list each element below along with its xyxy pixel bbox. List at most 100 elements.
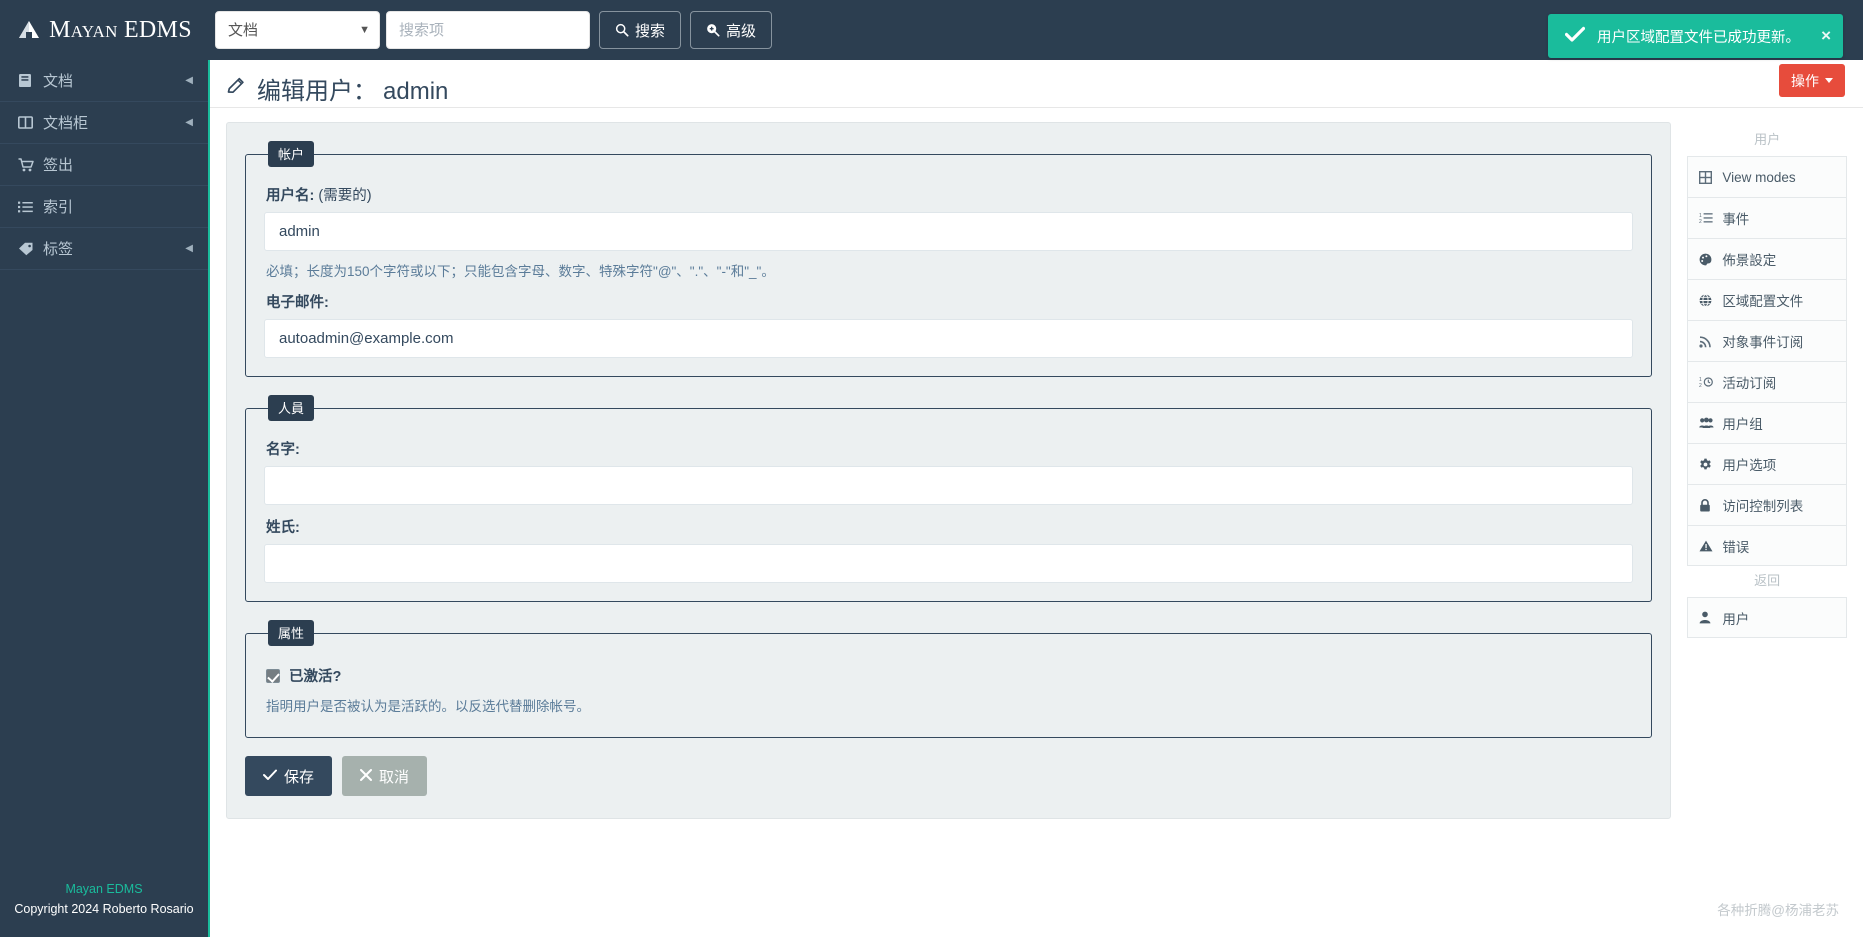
sidebar-label: 索引 bbox=[43, 199, 74, 216]
sidebar-item-checkout[interactable]: 签出 bbox=[0, 144, 208, 186]
actions-dropdown-button[interactable]: 操作 bbox=[1779, 64, 1845, 97]
right-item-acl[interactable]: 访问控制列表 bbox=[1687, 484, 1847, 525]
right-item-groups[interactable]: 用户组 bbox=[1687, 402, 1847, 443]
gear-icon bbox=[1699, 458, 1719, 471]
last-name-input[interactable] bbox=[264, 544, 1634, 583]
search-button-label: 搜索 bbox=[635, 22, 666, 40]
cancel-button[interactable]: 取消 bbox=[342, 756, 428, 796]
ordered-list-clock-icon: 12 bbox=[1699, 376, 1719, 388]
right-item-label: 区域配置文件 bbox=[1722, 294, 1804, 309]
right-item-object-event-subscriptions[interactable]: 对象事件订阅 bbox=[1687, 320, 1847, 361]
email-input[interactable] bbox=[264, 319, 1634, 358]
page-title-username: admin bbox=[383, 78, 449, 105]
edit-user-form: 帐户 用户名: (需要的) 必填；长度为150个字符或以下；只能包含字母、数字、… bbox=[226, 122, 1672, 819]
search-button[interactable]: 搜索 bbox=[599, 11, 682, 49]
attributes-section-legend: 属性 bbox=[268, 620, 315, 646]
page-title: 编辑用户： admin bbox=[257, 71, 448, 106]
email-label: 电子邮件: bbox=[266, 295, 329, 311]
sidebar-label: 标签 bbox=[43, 241, 74, 258]
rss-icon bbox=[1699, 335, 1719, 348]
users-icon bbox=[1699, 417, 1719, 429]
sidebar-footer: Mayan EDMS Copyright 2024 Roberto Rosari… bbox=[0, 880, 208, 919]
chevron-left-icon: ◀ bbox=[185, 243, 193, 254]
right-item-label: 用户选项 bbox=[1722, 458, 1777, 473]
palette-icon bbox=[1699, 253, 1719, 266]
right-item-label: 佈景設定 bbox=[1722, 253, 1777, 268]
footer-brand: Mayan EDMS bbox=[65, 882, 143, 897]
footer-copyright: Copyright 2024 Roberto Rosario bbox=[14, 901, 194, 916]
right-item-errors[interactable]: 错误 bbox=[1687, 525, 1847, 566]
right-item-locale-profile[interactable]: 区域配置文件 bbox=[1687, 279, 1847, 320]
username-help-text: 必填；长度为150个字符或以下；只能包含字母、数字、特殊字符"@"、"."、"-… bbox=[266, 264, 775, 279]
right-item-label: 事件 bbox=[1722, 212, 1750, 227]
right-item-user[interactable]: 用户 bbox=[1687, 597, 1847, 638]
columns-icon bbox=[18, 116, 40, 129]
sidebar-item-tags[interactable]: 标签 ◀ bbox=[0, 228, 208, 270]
warning-triangle-icon bbox=[1699, 540, 1719, 552]
lock-icon bbox=[1699, 498, 1719, 512]
right-panel-back-items: 用户 bbox=[1687, 597, 1847, 638]
list-icon bbox=[18, 201, 40, 213]
right-item-view-modes[interactable]: View modes bbox=[1687, 156, 1847, 197]
active-checkbox[interactable] bbox=[266, 668, 280, 683]
active-checkbox-row[interactable]: 已激活? bbox=[266, 665, 1633, 686]
right-item-label: View modes bbox=[1722, 169, 1796, 185]
content-body: 帐户 用户名: (需要的) 必填；长度为150个字符或以下；只能包含字母、数字、… bbox=[210, 108, 1863, 819]
sidebar-item-cabinets[interactable]: 文档柜 ◀ bbox=[0, 102, 208, 144]
account-section-legend: 帐户 bbox=[268, 141, 315, 167]
search-scope-wrapper: 文档 ▼ bbox=[215, 11, 380, 49]
page-header: 编辑用户： admin 操作 bbox=[210, 60, 1863, 108]
right-item-label: 活动订阅 bbox=[1722, 376, 1777, 391]
sidebar-item-documents[interactable]: 文档 ◀ bbox=[0, 60, 208, 102]
advanced-search-button[interactable]: 高级 bbox=[690, 11, 773, 49]
success-toast: 用户区域配置文件已成功更新。 × bbox=[1548, 14, 1843, 58]
x-icon bbox=[360, 768, 373, 785]
sidebar-item-indexes[interactable]: 索引 bbox=[0, 186, 208, 228]
right-item-theme[interactable]: 佈景設定 bbox=[1687, 238, 1847, 279]
right-panel-heading: 用户 bbox=[1754, 132, 1781, 147]
username-input[interactable] bbox=[264, 212, 1634, 251]
actions-button-label: 操作 bbox=[1791, 72, 1819, 89]
username-label-text: 用户名: bbox=[266, 188, 315, 204]
page-title-text: 编辑用户： bbox=[257, 78, 377, 105]
right-panel-back-heading: 返回 bbox=[1754, 573, 1781, 588]
username-required-tag: (需要的) bbox=[314, 188, 372, 204]
globe-icon bbox=[1699, 293, 1719, 307]
close-icon[interactable]: × bbox=[1813, 26, 1831, 46]
check-icon bbox=[263, 768, 277, 785]
grid-icon bbox=[1699, 170, 1719, 184]
pyramid-icon bbox=[18, 20, 40, 40]
right-sidebar: 用户 View modes 12 事件 佈景設定 区域配置文件 对象事件订阅 1… bbox=[1687, 122, 1847, 819]
magnifier-plus-icon bbox=[706, 23, 720, 37]
left-sidebar: 文档 ◀ 文档柜 ◀ 签出 索引 标签 ◀ Mayan EDMS Copyrig… bbox=[0, 60, 210, 937]
caret-down-icon bbox=[1825, 78, 1833, 83]
user-icon bbox=[1699, 611, 1719, 624]
save-button[interactable]: 保存 bbox=[245, 756, 333, 796]
right-item-label: 用户组 bbox=[1722, 417, 1763, 432]
search-scope-select[interactable]: 文档 bbox=[215, 11, 380, 49]
form-actions: 保存 取消 bbox=[245, 756, 1652, 796]
brand-name: Mayan EDMS bbox=[49, 16, 192, 43]
book-icon bbox=[18, 73, 40, 88]
first-name-input[interactable] bbox=[264, 466, 1634, 505]
right-item-user-options[interactable]: 用户选项 bbox=[1687, 443, 1847, 484]
advanced-search-label: 高级 bbox=[726, 22, 757, 40]
right-item-events[interactable]: 12 事件 bbox=[1687, 197, 1847, 238]
toast-message: 用户区域配置文件已成功更新。 bbox=[1597, 29, 1800, 46]
account-section: 帐户 用户名: (需要的) 必填；长度为150个字符或以下；只能包含字母、数字、… bbox=[245, 141, 1653, 377]
right-item-label: 错误 bbox=[1722, 539, 1750, 555]
right-item-activity-subscriptions[interactable]: 12 活动订阅 bbox=[1687, 361, 1847, 402]
brand-logo[interactable]: Mayan EDMS bbox=[0, 0, 210, 60]
username-label: 用户名: (需要的) bbox=[266, 184, 1633, 205]
search-area: 文档 ▼ 搜索 高级 bbox=[215, 11, 773, 49]
main-content: 编辑用户：admin 操作 帐户 用户名: (需要的) 必填；长度为150个字符… bbox=[210, 60, 1863, 937]
check-icon bbox=[1564, 26, 1586, 47]
right-panel-items: View modes 12 事件 佈景設定 区域配置文件 对象事件订阅 1 2 … bbox=[1687, 156, 1847, 566]
magnifier-icon bbox=[615, 23, 629, 37]
active-help-text: 指明用户是否被认为是活跃的。以反选代替删除帐号。 bbox=[266, 699, 590, 714]
cart-icon bbox=[18, 157, 40, 172]
ordered-list-icon: 12 bbox=[1699, 212, 1719, 224]
right-item-label: 对象事件订阅 bbox=[1722, 335, 1804, 350]
search-input[interactable] bbox=[386, 11, 590, 49]
corner-watermark: 各种折腾@杨浦老苏 bbox=[1717, 903, 1839, 918]
